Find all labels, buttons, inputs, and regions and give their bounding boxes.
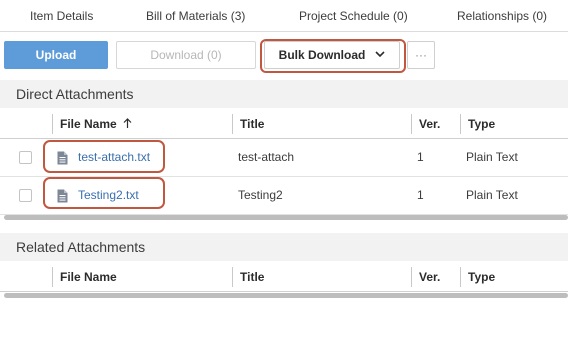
tab-item-details[interactable]: Item Details — [30, 9, 93, 23]
column-divider — [232, 114, 233, 134]
section-title: Direct Attachments — [16, 86, 134, 102]
section-title: Related Attachments — [16, 239, 146, 255]
more-options-button[interactable]: ··· — [407, 41, 435, 69]
more-icon: ··· — [415, 48, 427, 62]
document-icon — [57, 151, 68, 165]
column-version[interactable]: Ver. — [419, 270, 440, 284]
file-type: Plain Text — [466, 150, 518, 164]
file-version: 1 — [417, 188, 424, 202]
document-icon — [57, 189, 68, 203]
file-name-link[interactable]: Testing2.txt — [78, 188, 139, 202]
tab-project-schedule[interactable]: Project Schedule (0) — [299, 9, 408, 23]
column-divider — [232, 267, 233, 287]
file-version: 1 — [417, 150, 424, 164]
horizontal-scrollbar[interactable] — [4, 215, 568, 220]
direct-attachments-header: Direct Attachments — [0, 80, 568, 108]
column-divider — [460, 267, 461, 287]
file-title: Testing2 — [238, 188, 283, 202]
bulk-download-label: Bulk Download — [278, 48, 366, 62]
table-row[interactable]: Testing2.txt Testing2 1 Plain Text — [0, 177, 568, 215]
related-column-header: File Name Title Ver. Type — [0, 262, 568, 292]
tab-bill-of-materials[interactable]: Bill of Materials (3) — [146, 9, 245, 23]
column-file-name[interactable]: File Name — [60, 117, 132, 132]
column-title[interactable]: Title — [240, 270, 264, 284]
tab-relationships[interactable]: Relationships (0) — [457, 9, 547, 23]
column-divider — [411, 267, 412, 287]
table-row[interactable]: test-attach.txt test-attach 1 Plain Text — [0, 139, 568, 177]
column-file-name[interactable]: File Name — [60, 270, 117, 284]
column-version[interactable]: Ver. — [419, 117, 440, 131]
column-type[interactable]: Type — [468, 270, 495, 284]
column-file-name-label: File Name — [60, 117, 117, 131]
bulk-download-button[interactable]: Bulk Download — [264, 41, 400, 69]
direct-column-header: File Name Title Ver. Type — [0, 109, 568, 139]
column-divider — [52, 114, 53, 134]
column-title[interactable]: Title — [240, 117, 264, 131]
row-checkbox[interactable] — [19, 151, 32, 164]
column-divider — [52, 267, 53, 287]
column-divider — [460, 114, 461, 134]
chevron-down-icon — [375, 50, 385, 61]
related-attachments-header: Related Attachments — [0, 233, 568, 261]
file-name-link[interactable]: test-attach.txt — [78, 150, 150, 164]
column-divider — [411, 114, 412, 134]
file-type: Plain Text — [466, 188, 518, 202]
file-title: test-attach — [238, 150, 295, 164]
download-button[interactable]: Download (0) — [116, 41, 256, 69]
horizontal-scrollbar[interactable] — [4, 293, 568, 298]
upload-button[interactable]: Upload — [4, 41, 108, 69]
tab-bar: Item Details Bill of Materials (3) Proje… — [0, 0, 568, 32]
column-type[interactable]: Type — [468, 117, 495, 131]
arrow-up-icon — [123, 118, 132, 132]
row-checkbox[interactable] — [19, 189, 32, 202]
attachments-toolbar: Upload Download (0) Bulk Download ··· — [0, 32, 568, 78]
